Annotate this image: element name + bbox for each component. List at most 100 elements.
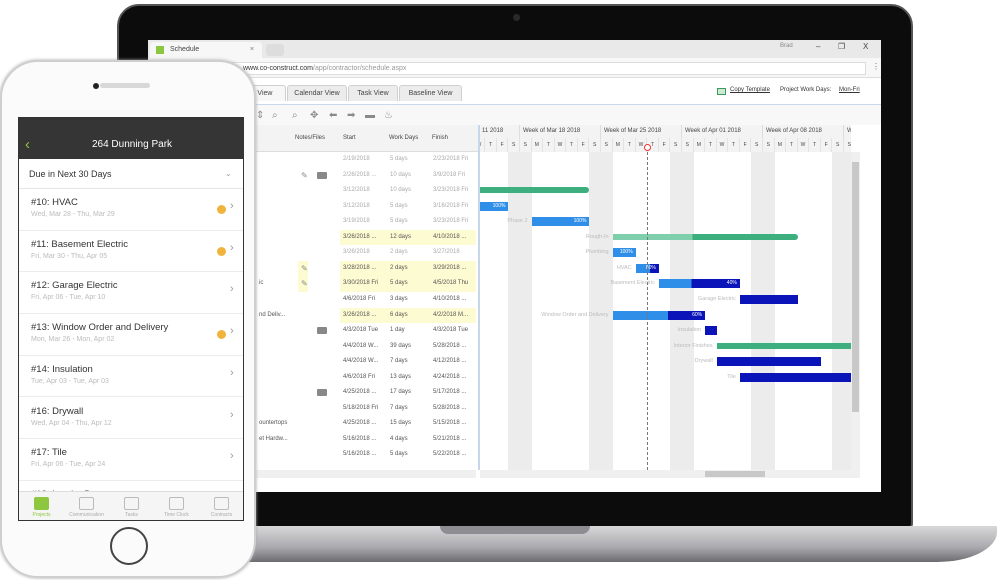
restore-button[interactable]: ❐ <box>838 42 845 51</box>
critical-path-icon[interactable]: ♨ <box>384 110 393 121</box>
task-label: Plumbing <box>585 249 609 256</box>
week-label: Wee <box>843 125 851 138</box>
edit-note-icon[interactable]: ✎ <box>298 260 308 277</box>
task-list-item[interactable]: #10: HVAC Wed, Mar 28 - Thu, Mar 29 › <box>19 189 243 231</box>
edit-note-icon[interactable]: ✎ <box>298 168 308 184</box>
task-list-item[interactable]: #13: Window Order and Delivery Mon, Mar 2… <box>19 314 243 356</box>
task-title: #14: Insulation <box>31 363 93 375</box>
task-bar[interactable]: 40% <box>658 279 740 289</box>
start-cell: 3/26/2018 <box>343 249 370 256</box>
zoom-out-icon[interactable]: ⌕ <box>272 110 278 121</box>
tab-contracts[interactable]: Contracts <box>199 492 243 520</box>
filter-dropdown[interactable]: Due in Next 30 Days ⌄ <box>19 159 243 189</box>
start-cell: 5/16/2018 ... <box>343 435 377 442</box>
work-days-cell: 12 days <box>387 229 430 246</box>
task-label: Insulation <box>677 327 702 334</box>
horizontal-scrollbar[interactable] <box>480 470 860 478</box>
day-label: S <box>520 138 532 152</box>
task-name-cell: nd Deliv... <box>259 311 286 318</box>
browser-menu-icon[interactable]: ⋮ <box>872 62 880 71</box>
day-label: S <box>843 138 851 152</box>
task-title: #12: Garage Electric <box>31 280 118 292</box>
tab-calendar-view[interactable]: Calendar View <box>287 85 347 101</box>
new-tab-button[interactable] <box>266 44 284 56</box>
work-days-cell: 6 days <box>387 307 430 323</box>
arrow-left-icon[interactable]: ⬅ <box>329 110 337 121</box>
tab-tasks[interactable]: Tasks <box>109 492 154 520</box>
column-finish[interactable]: Finish <box>432 135 448 141</box>
task-label: HVAC <box>616 264 632 271</box>
contracts-icon <box>214 497 229 510</box>
chevron-right-icon: › <box>230 283 234 296</box>
task-bar[interactable]: 60% <box>612 310 706 320</box>
tab-communication[interactable]: Communication <box>64 492 109 520</box>
zoom-in-icon[interactable]: ⌕ <box>292 110 298 121</box>
week-label: Week of Apr 01 2018 <box>681 125 763 138</box>
work-days-cell: 1 day <box>390 327 405 334</box>
task-name-cell <box>256 323 296 339</box>
task-bar[interactable] <box>739 294 798 304</box>
work-days-cell: 39 days <box>390 342 412 349</box>
grid-horizontal-scrollbar[interactable] <box>248 470 476 478</box>
column-start[interactable]: Start <box>343 135 356 141</box>
task-list-item[interactable]: #14: Insulation Tue, Apr 03 - Tue, Apr 03… <box>19 356 243 398</box>
finish-cell: 4/5/2018 Thu <box>430 276 476 292</box>
summary-bar[interactable] <box>716 342 851 349</box>
task-bar[interactable] <box>716 357 821 367</box>
collapse-icon[interactable]: ⇕ <box>256 110 264 121</box>
summary-bar[interactable] <box>480 187 590 194</box>
copy-template-link[interactable]: Copy Template <box>730 87 770 93</box>
arrow-right-icon[interactable]: ➡ <box>347 110 355 121</box>
link-icon[interactable]: ▬ <box>365 110 375 121</box>
folder-icon[interactable] <box>317 389 327 397</box>
tab-task-view[interactable]: Task View <box>348 85 398 101</box>
work-days-cell: 10 days <box>390 187 412 194</box>
week-label: Week of Mar 25 2018 <box>600 125 682 138</box>
work-days-link[interactable]: Mon-Fri <box>839 87 860 93</box>
finish-cell: 5/17/2018 ... <box>433 389 467 396</box>
tab-baseline-view[interactable]: Baseline View <box>399 85 462 101</box>
task-bar[interactable]: 100% <box>612 248 636 258</box>
minimize-button[interactable]: – <box>816 42 820 51</box>
close-window-button[interactable]: X <box>863 42 868 51</box>
task-list-item[interactable]: #16: Drywall Wed, Apr 04 - Thu, Apr 12 › <box>19 398 243 440</box>
task-bar[interactable] <box>739 372 851 382</box>
folder-icon[interactable] <box>317 327 327 335</box>
close-tab-icon[interactable]: × <box>250 42 254 58</box>
profile-name[interactable]: Brad <box>780 43 793 49</box>
url-input[interactable]: www.co-construct.com/app/contractor/sche… <box>156 62 866 75</box>
vertical-scrollbar[interactable] <box>851 152 860 470</box>
task-name-cell <box>256 245 296 261</box>
back-chevron-icon[interactable]: ‹ <box>25 130 30 159</box>
task-label: Phase 2 <box>507 218 528 225</box>
task-name-cell <box>256 199 296 215</box>
task-list-item[interactable]: #11: Basement Electric Fri, Mar 30 - Thu,… <box>19 231 243 273</box>
tab-time-clock[interactable]: Time Clock <box>154 492 199 520</box>
home-button[interactable] <box>110 527 148 565</box>
start-cell: 4/4/2018 W... <box>343 342 379 349</box>
summary-bar[interactable] <box>612 233 798 240</box>
task-list-item[interactable]: #17: Tile Fri, Apr 06 - Tue, Apr 24 › <box>19 439 243 481</box>
task-bar[interactable] <box>705 326 717 336</box>
column-notes-files[interactable]: Notes/Files <box>295 135 325 141</box>
start-cell: 4/6/2018 Fri <box>343 295 376 302</box>
laptop-camera <box>513 14 520 21</box>
tab-label: Time Clock <box>164 512 189 518</box>
move-icon[interactable]: ✥ <box>310 110 318 121</box>
folder-icon[interactable] <box>317 171 327 179</box>
tab-projects[interactable]: Projects <box>19 492 64 520</box>
task-bar[interactable]: 100% <box>480 201 509 211</box>
start-cell: 4/4/2018 W... <box>343 358 379 365</box>
chevron-right-icon: › <box>230 200 234 212</box>
task-bar[interactable]: 100% <box>531 217 590 227</box>
edit-note-icon[interactable]: ✎ <box>298 276 308 292</box>
url-host: www.co-construct.com <box>243 65 314 72</box>
task-title: #16: Drywall <box>31 405 84 417</box>
column-work-days[interactable]: Work Days <box>389 135 418 141</box>
gantt-toolbar: ⇕ ⌕ ⌕ ✥ ⬅ ➡ ▬ ♨ <box>148 104 881 125</box>
task-name-cell: ic <box>259 280 264 287</box>
task-name-cell <box>256 370 296 386</box>
task-name-cell <box>256 168 296 184</box>
task-list-item[interactable]: #12: Garage Electric Fri, Apr 06 - Tue, A… <box>19 272 243 315</box>
browser-tab-schedule[interactable]: Schedule × <box>150 42 262 58</box>
